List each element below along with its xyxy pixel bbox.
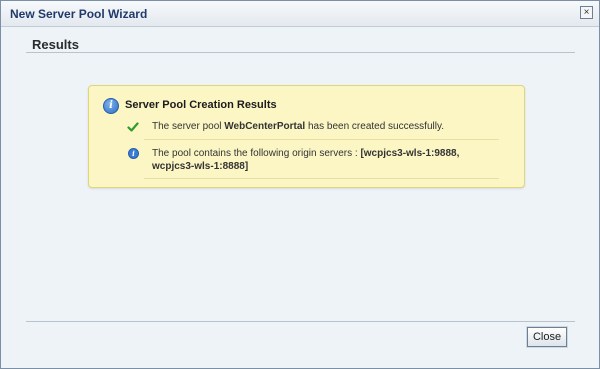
dialog-title: New Server Pool Wizard — [10, 7, 148, 21]
row-divider — [144, 139, 499, 140]
info-icon: i — [128, 148, 139, 159]
server-pool-wizard-dialog: New Server Pool Wizard × Results i Serve… — [0, 0, 600, 369]
dialog-titlebar: New Server Pool Wizard × — [1, 1, 599, 27]
results-message-box: i Server Pool Creation Results The serve… — [88, 85, 525, 188]
row-divider — [144, 178, 499, 179]
pool-name: WebCenterPortal — [224, 121, 306, 132]
row-text: The pool contains the following origin s… — [152, 148, 460, 172]
message-title: Server Pool Creation Results — [125, 99, 277, 111]
info-icon: i — [103, 98, 119, 114]
results-header: Results — [32, 37, 79, 52]
close-button[interactable]: Close — [526, 326, 568, 348]
check-icon — [127, 122, 139, 132]
close-icon[interactable]: × — [580, 6, 593, 19]
header-divider — [26, 52, 575, 53]
row-text: The server pool WebCenterPortal has been… — [152, 121, 444, 132]
footer-divider — [26, 321, 575, 322]
